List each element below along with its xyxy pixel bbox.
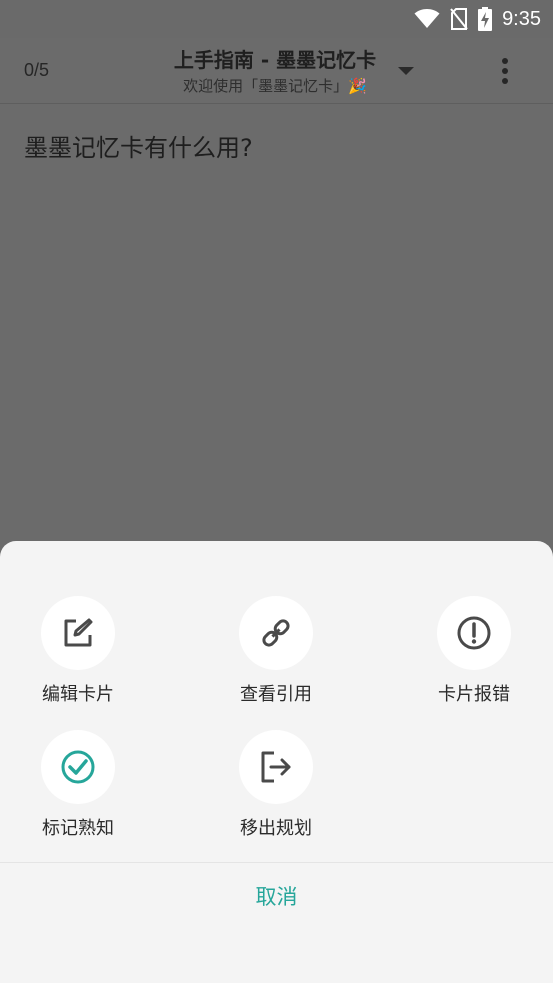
report-error-action[interactable]: 卡片报错 [419,596,529,706]
sheet-divider [0,862,553,863]
edit-card-button[interactable] [41,596,115,670]
page-subtitle: 欢迎使用「墨墨记忆卡」🎉 [183,77,367,95]
progress-counter: 0/5 [24,60,50,80]
view-references-action[interactable]: 查看引用 [221,596,331,706]
edit-icon [64,618,93,647]
no-sim-icon [450,8,468,30]
edit-card-action[interactable]: 编辑卡片 [23,596,133,706]
battery-charging-icon [478,7,493,31]
status-time: 9:35 [502,7,541,30]
report-error-button[interactable] [437,596,511,670]
wifi-icon [414,9,440,28]
cancel-button[interactable]: 取消 [0,881,553,911]
remove-from-plan-action[interactable]: 移出规划 [221,730,331,840]
mark-known-action[interactable]: 标记熟知 [23,730,133,840]
mark-known-button[interactable] [41,730,115,804]
exit-icon [261,751,291,783]
mark-known-label: 标记熟知 [42,818,114,839]
title-dropdown[interactable]: 上手指南 - 墨墨记忆卡 欢迎使用「墨墨记忆卡」🎉 [150,44,400,96]
status-icons: 9:35 [414,6,541,32]
page-title: 上手指南 - 墨墨记忆卡 [173,48,377,72]
check-circle-icon [61,750,95,784]
status-bar: 9:35 [0,0,553,38]
action-sheet: 编辑卡片 查看引用 卡片报错 标记熟知 移出规划 取消 [0,541,553,983]
alert-circle-icon [457,616,491,650]
edit-card-label: 编辑卡片 [42,684,114,705]
remove-from-plan-label: 移出规划 [240,818,312,839]
report-error-label: 卡片报错 [438,684,510,705]
caret-down-icon[interactable] [397,66,415,76]
more-vert-icon[interactable] [495,55,515,87]
link-icon [262,619,290,647]
view-references-button[interactable] [239,596,313,670]
remove-from-plan-button[interactable] [239,730,313,804]
view-references-label: 查看引用 [240,684,312,705]
app-bar: 0/5 上手指南 - 墨墨记忆卡 欢迎使用「墨墨记忆卡」🎉 [0,38,553,104]
card-question: 墨墨记忆卡有什么用? [24,134,253,162]
